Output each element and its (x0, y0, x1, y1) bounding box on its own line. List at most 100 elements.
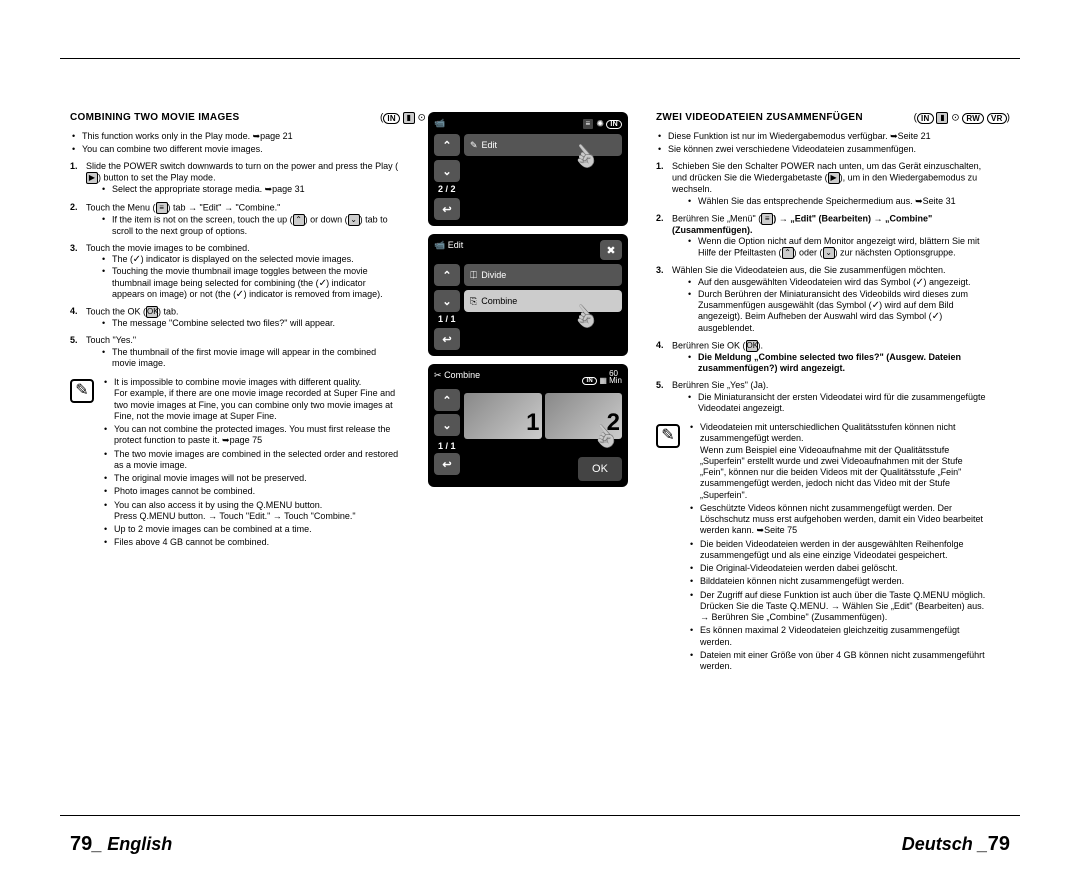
check-icon: ✓ (931, 311, 939, 323)
step-en-5: Touch "Yes." The thumbnail of the first … (70, 335, 400, 369)
step-de-2: Berühren Sie „Menü" (≡) → „Edit" (Bearbe… (656, 213, 986, 260)
step2-sub: If the item is not on the screen, touch … (102, 214, 400, 237)
note-icon: ✎ (70, 379, 94, 403)
up-button[interactable]: ⌃ (434, 134, 460, 156)
down-button[interactable]: ⌄ (434, 160, 460, 182)
step5-sub-de: Die Miniaturansicht der ersten Videodate… (688, 392, 986, 415)
note-en-8: Files above 4 GB cannot be combined. (102, 537, 400, 548)
down-icon: ⌄ (348, 214, 360, 226)
intro-de-2: Sie können zwei verschiedene Videodateie… (656, 144, 986, 155)
lcd-screen-3: ✂ Combine IN ▦ 60 Min ⌃ ⌄ 1 2 1 / 1 (428, 364, 628, 487)
up-icon: ⌃ (782, 247, 794, 259)
note-en-5: Photo images cannot be combined. (102, 486, 400, 497)
heading-de: ZWEI VIDEODATEIEN ZUSAMMENFÜGEN (656, 112, 986, 125)
ok-icon: OK (746, 340, 758, 352)
page-count: 1 / 1 (438, 441, 456, 451)
step3-sub1-de: Auf den ausgewählten Videodateien wird d… (688, 277, 986, 288)
back-button[interactable]: ↩ (434, 198, 460, 220)
ok-button[interactable]: OK (578, 457, 622, 481)
check-icon: ✓ (133, 253, 141, 265)
note-en-6: You can also access it by using the Q.ME… (102, 500, 400, 523)
note-en-3: The two movie images are combined in the… (102, 449, 400, 472)
note-en-7: Up to 2 movie images can be combined at … (102, 524, 400, 535)
page-count: 1 / 1 (438, 314, 622, 324)
step3-sub1: The (✓) indicator is displayed on the se… (102, 254, 400, 265)
check-icon: ✓ (318, 277, 326, 289)
close-button[interactable]: ✖ (600, 240, 622, 260)
footer-right: Deutsch _79 (902, 833, 1010, 856)
lcd3-title: Combine (444, 370, 480, 380)
lcd-screen-2: 📹 Edit ✖ ⌃ ⎅ Divide ⌄ ⎘ Combine 1 / 1 ↩ … (428, 234, 628, 356)
step-en-4: Touch the OK (OK) tab. The message "Comb… (70, 306, 400, 329)
settings-icon: ✺ (596, 118, 604, 128)
down-button[interactable]: ⌄ (434, 414, 460, 436)
step1-sub: Select the appropriate storage media. ➥p… (102, 184, 400, 195)
menu-tab: ≡ (582, 118, 594, 130)
step2-sub-de: Wenn die Option nicht auf dem Monitor an… (688, 236, 986, 259)
note-de-4: Die Original-Videodateien werden dabei g… (688, 563, 986, 574)
play-icon: ▶ (86, 172, 98, 184)
note-de-1: Videodateien mit unterschiedlichen Quali… (688, 422, 986, 501)
bottom-divider (60, 815, 1020, 816)
note-de-7: Es können maximal 2 Videodateien gleichz… (688, 625, 986, 648)
thumbnail-2[interactable]: 2 (545, 393, 623, 439)
intro-en-1: This function works only in the Play mod… (70, 131, 400, 142)
pencil-icon: ✎ (470, 140, 478, 151)
english-column: COMBINING TWO MOVIE IMAGES This function… (70, 112, 400, 674)
step4-sub-de: Die Meldung „Combine selected two files?… (688, 352, 986, 375)
note-de-3: Die beiden Videodateien werden in der au… (688, 539, 986, 562)
divide-row[interactable]: ⎅ Divide (464, 264, 622, 286)
step5-sub: The thumbnail of the first movie image w… (102, 347, 400, 370)
lcd-screen-1: 📹 ≡ ✺ IN ⌃ ✎ Edit ⌄ 2 / 2 ↩ ☝ (428, 112, 628, 226)
note-en-2: You can not combine the protected images… (102, 424, 400, 447)
check-icon: ✓ (236, 288, 244, 300)
check-icon: ✓ (871, 299, 879, 311)
ok-icon: OK (146, 306, 158, 318)
step-en-2: Touch the Menu (≡) tab → "Edit" → "Combi… (70, 202, 400, 237)
up-button[interactable]: ⌃ (434, 389, 460, 411)
step-de-3: Wählen Sie die Videodateien aus, die Sie… (656, 265, 986, 334)
step4-sub: The message "Combine selected two files?… (102, 318, 400, 329)
step-de-1: Schieben Sie den Schalter POWER nach unt… (656, 161, 986, 207)
up-icon: ⌃ (293, 214, 305, 226)
note-en-4: The original movie images will not be pr… (102, 473, 400, 484)
intro-de-1: Diese Funktion ist nur im Wiedergabemodu… (656, 131, 986, 142)
step-en-1: Slide the POWER switch downwards to turn… (70, 161, 400, 196)
page-count: 2 / 2 (438, 184, 622, 194)
film-icon: ✂ (434, 370, 442, 380)
step-de-4: Berühren Sie OK (OK). Die Meldung „Combi… (656, 340, 986, 375)
combine-row[interactable]: ⎘ Combine (464, 290, 622, 312)
lcd-column: 📹 ≡ ✺ IN ⌃ ✎ Edit ⌄ 2 / 2 ↩ ☝ 📹 Edit ✖ ⌃… (428, 112, 628, 674)
camera-icon: 📹 (434, 118, 445, 130)
intro-en-2: You can combine two different movie imag… (70, 144, 400, 155)
down-button[interactable]: ⌄ (434, 290, 460, 312)
german-column: ZWEI VIDEODATEIEN ZUSAMMENFÜGEN Diese Fu… (656, 112, 986, 674)
heading-en: COMBINING TWO MOVIE IMAGES (70, 112, 400, 125)
note-en-1: It is impossible to combine movie images… (102, 377, 400, 422)
step3-sub2: Touching the movie thumbnail image toggl… (102, 266, 400, 300)
note-de-2: Geschützte Videos können nicht zusammeng… (688, 503, 986, 537)
down-icon: ⌄ (823, 247, 835, 259)
step-de-5: Berühren Sie „Yes" (Ja). Die Miniaturans… (656, 380, 986, 414)
note-de-6: Der Zugriff auf diese Funktion ist auch … (688, 590, 986, 624)
check-icon: ✓ (916, 276, 924, 288)
note-de-8: Dateien mit einer Größe von über 4 GB kö… (688, 650, 986, 673)
thumbnail-1[interactable]: 1 (464, 393, 542, 439)
step3-sub2-de: Durch Berühren der Miniaturansicht des V… (688, 289, 986, 334)
back-button[interactable]: ↩ (434, 453, 460, 475)
menu-icon: ≡ (156, 202, 168, 214)
play-icon: ▶ (828, 172, 840, 184)
up-button[interactable]: ⌃ (434, 264, 460, 286)
divide-icon: ⎅ (470, 270, 477, 281)
camera-icon: 📹 (434, 240, 445, 250)
lcd2-title: Edit (448, 240, 464, 250)
back-button[interactable]: ↩ (434, 328, 460, 350)
step1-sub-de: Wählen Sie das entsprechende Speichermed… (688, 196, 986, 207)
edit-row[interactable]: ✎ Edit (464, 134, 622, 156)
in-indicator: IN (582, 377, 597, 385)
rem-min: 60 Min (609, 370, 622, 384)
footer-left: 79_ English (70, 833, 172, 856)
menu-icon: ≡ (761, 213, 773, 225)
combine-icon: ⎘ (470, 296, 477, 307)
step-en-3: Touch the movie images to be combined. T… (70, 243, 400, 300)
